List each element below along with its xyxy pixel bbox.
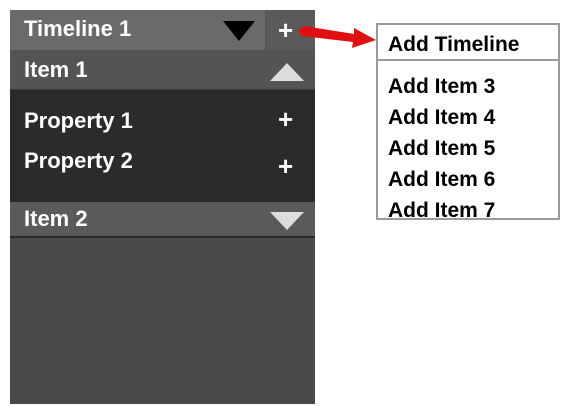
- item-row-item-1[interactable]: Item 1: [10, 50, 315, 90]
- property-label: Property 2: [24, 148, 133, 173]
- menu-item-add-item[interactable]: Add Item 4: [388, 106, 495, 130]
- add-timeline-plus-icon[interactable]: +: [278, 17, 293, 43]
- add-property-plus-icon[interactable]: +: [278, 153, 293, 179]
- item-row-item-2[interactable]: Item 2: [10, 202, 315, 238]
- menu-item-add-timeline[interactable]: Add Timeline: [388, 33, 519, 57]
- menu-item-add-item[interactable]: Add Item 3: [388, 75, 495, 99]
- menu-item-add-item[interactable]: Add Item 5: [388, 137, 495, 161]
- item-label: Item 1: [24, 57, 88, 82]
- expand-triangle-down-icon[interactable]: [270, 212, 304, 230]
- timeline-header[interactable]: Timeline 1 +: [10, 10, 315, 50]
- timeline-title: Timeline 1: [24, 16, 132, 41]
- menu-item-add-item[interactable]: Add Item 6: [388, 168, 495, 192]
- collapse-triangle-up-icon[interactable]: [270, 63, 304, 81]
- menu-item-add-item[interactable]: Add Item 7: [388, 199, 495, 218]
- item-label: Item 2: [24, 206, 88, 231]
- property-label: Property 1: [24, 108, 133, 133]
- item-1-properties: Property 1 + Property 2 +: [10, 90, 315, 202]
- add-menu-popup: Add Timeline Add Item 3 Add Item 4 Add I…: [376, 23, 560, 220]
- timeline-dropdown-icon[interactable]: [223, 21, 255, 41]
- add-property-plus-icon[interactable]: +: [278, 106, 293, 132]
- timeline-panel: Timeline 1 + Item 1 Property 1 + Propert…: [10, 10, 315, 404]
- menu-separator: [378, 59, 558, 61]
- red-arrow-icon: [298, 26, 376, 48]
